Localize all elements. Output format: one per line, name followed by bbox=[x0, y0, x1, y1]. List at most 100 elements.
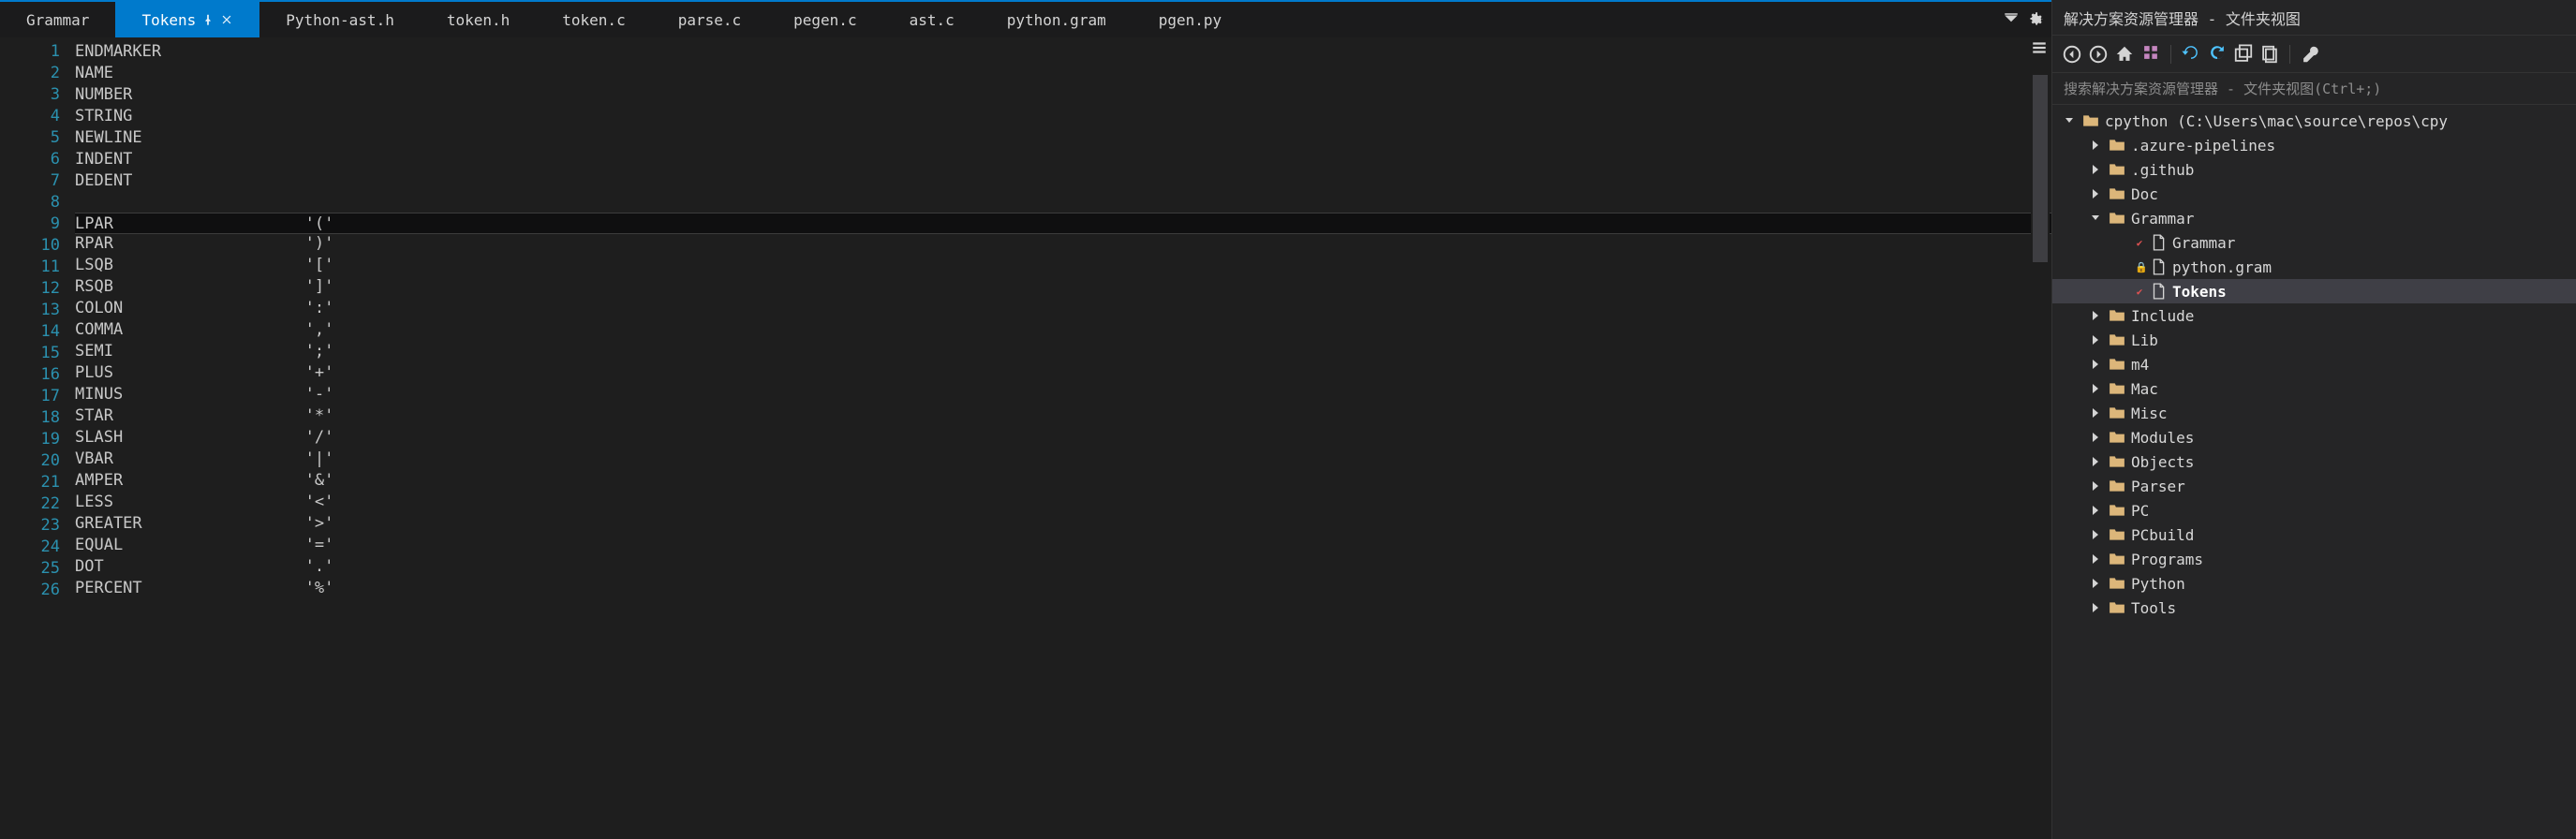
tab-grammar[interactable]: Grammar bbox=[0, 2, 115, 37]
close-icon[interactable] bbox=[220, 13, 233, 26]
tab-parse-c[interactable]: parse.c bbox=[652, 2, 767, 37]
refresh-icon[interactable] bbox=[2207, 42, 2228, 63]
tree-item-programs[interactable]: Programs bbox=[2052, 547, 2576, 571]
tab-tokens[interactable]: Tokens bbox=[115, 2, 259, 37]
folder-icon bbox=[2109, 307, 2125, 324]
tree-item-pc[interactable]: PC bbox=[2052, 498, 2576, 523]
tab-label: pgen.py bbox=[1159, 11, 1221, 29]
tree-item--azure-pipelines[interactable]: .azure-pipelines bbox=[2052, 133, 2576, 157]
code-line[interactable]: INDENT bbox=[75, 149, 2051, 170]
forward-icon[interactable] bbox=[2088, 44, 2109, 65]
tree-item-modules[interactable]: Modules bbox=[2052, 425, 2576, 449]
scrollbar-thumb[interactable] bbox=[2033, 75, 2048, 262]
code-content[interactable]: ENDMARKERNAMENUMBERSTRINGNEWLINEINDENTDE… bbox=[75, 37, 2051, 822]
tree-item-pcbuild[interactable]: PCbuild bbox=[2052, 523, 2576, 547]
code-line[interactable] bbox=[75, 192, 2051, 213]
code-line[interactable]: ENDMARKER bbox=[75, 41, 2051, 63]
tree-item-tokens[interactable]: ✔Tokens bbox=[2052, 279, 2576, 303]
collapse-all-icon[interactable] bbox=[2233, 44, 2254, 65]
tree-item-label: PC bbox=[2131, 502, 2149, 520]
chevron-right-icon bbox=[2088, 138, 2103, 153]
code-line[interactable]: STAR '*' bbox=[75, 405, 2051, 427]
code-line[interactable]: MINUS '-' bbox=[75, 384, 2051, 405]
tree-item-objects[interactable]: Objects bbox=[2052, 449, 2576, 474]
show-all-files-icon[interactable] bbox=[2259, 44, 2280, 65]
tab-label: Grammar bbox=[26, 11, 89, 29]
split-handle-icon[interactable] bbox=[2031, 39, 2048, 56]
code-line[interactable]: NUMBER bbox=[75, 84, 2051, 106]
panel-toolbar bbox=[2052, 36, 2576, 73]
tab-token-h[interactable]: token.h bbox=[421, 2, 536, 37]
code-line[interactable]: LESS '<' bbox=[75, 492, 2051, 513]
tree-item-label: Tools bbox=[2131, 599, 2176, 617]
code-line[interactable]: VBAR '|' bbox=[75, 449, 2051, 470]
tree-item-m4[interactable]: m4 bbox=[2052, 352, 2576, 376]
switch-view-icon[interactable] bbox=[2140, 42, 2161, 63]
code-line[interactable]: SLASH '/' bbox=[75, 427, 2051, 449]
line-number: 11 bbox=[0, 257, 60, 278]
tab-bar: Grammar TokensPython-ast.h token.h token.c p… bbox=[0, 2, 2051, 37]
solution-tree[interactable]: cpython (C:\Users\mac\source\repos\cpy .… bbox=[2052, 105, 2576, 839]
tree-item-mac[interactable]: Mac bbox=[2052, 376, 2576, 401]
code-line[interactable]: EQUAL '=' bbox=[75, 535, 2051, 556]
code-line[interactable]: DEDENT bbox=[75, 170, 2051, 192]
horizontal-scrollbar[interactable] bbox=[0, 822, 2051, 839]
code-line[interactable]: COMMA ',' bbox=[75, 319, 2051, 341]
code-line[interactable]: SEMI ';' bbox=[75, 341, 2051, 362]
code-line[interactable]: LSQB '[' bbox=[75, 255, 2051, 276]
back-icon[interactable] bbox=[2062, 44, 2082, 65]
tree-item-label: m4 bbox=[2131, 356, 2149, 374]
file-icon bbox=[2150, 283, 2167, 300]
tree-item-doc[interactable]: Doc bbox=[2052, 182, 2576, 206]
code-line[interactable]: NEWLINE bbox=[75, 127, 2051, 149]
tab-label: token.h bbox=[447, 11, 510, 29]
chevron-right-icon bbox=[2088, 552, 2103, 567]
tree-item--github[interactable]: .github bbox=[2052, 157, 2576, 182]
folder-icon bbox=[2109, 453, 2125, 470]
tab-overflow-icon[interactable] bbox=[2003, 11, 2020, 28]
gear-icon[interactable] bbox=[2027, 11, 2044, 28]
tree-item-grammar[interactable]: Grammar bbox=[2052, 206, 2576, 230]
folder-icon bbox=[2082, 112, 2099, 129]
chevron-right-icon bbox=[2088, 576, 2103, 591]
tree-item-grammar[interactable]: ✔Grammar bbox=[2052, 230, 2576, 255]
tree-item-tools[interactable]: Tools bbox=[2052, 596, 2576, 620]
home-icon[interactable] bbox=[2114, 44, 2135, 65]
code-line[interactable]: STRING bbox=[75, 106, 2051, 127]
file-icon bbox=[2150, 258, 2167, 275]
tree-item-misc[interactable]: Misc bbox=[2052, 401, 2576, 425]
sync-icon[interactable] bbox=[2181, 42, 2201, 63]
editor-body[interactable]: 1234567891011121314151617181920212223242… bbox=[0, 37, 2051, 822]
tree-item-parser[interactable]: Parser bbox=[2052, 474, 2576, 498]
tab-pegen-c[interactable]: pegen.c bbox=[767, 2, 882, 37]
tab-python-ast-h[interactable]: Python-ast.h bbox=[259, 2, 421, 37]
tree-item-lib[interactable]: Lib bbox=[2052, 328, 2576, 352]
tab-pgen-py[interactable]: pgen.py bbox=[1133, 2, 1248, 37]
tab-token-c[interactable]: token.c bbox=[536, 2, 651, 37]
line-number: 24 bbox=[0, 537, 60, 558]
code-line[interactable]: PERCENT '%' bbox=[75, 578, 2051, 599]
code-line[interactable]: RPAR ')' bbox=[75, 233, 2051, 255]
checkmark-badge: ✔ bbox=[2135, 286, 2144, 298]
code-line[interactable]: GREATER '>' bbox=[75, 513, 2051, 535]
code-line[interactable]: LPAR '(' bbox=[75, 213, 2051, 234]
code-line[interactable]: COLON ':' bbox=[75, 298, 2051, 319]
folder-icon bbox=[2109, 161, 2125, 178]
tree-item-include[interactable]: Include bbox=[2052, 303, 2576, 328]
code-line[interactable]: DOT '.' bbox=[75, 556, 2051, 578]
tree-item-python[interactable]: Python bbox=[2052, 571, 2576, 596]
code-line[interactable]: RSQB ']' bbox=[75, 276, 2051, 298]
lock-badge: 🔒 bbox=[2135, 261, 2144, 273]
code-line[interactable]: AMPER '&' bbox=[75, 470, 2051, 492]
search-box[interactable]: 搜索解决方案资源管理器 - 文件夹视图(Ctrl+;) bbox=[2052, 73, 2576, 105]
properties-icon[interactable] bbox=[2300, 44, 2320, 65]
tree-item-python-gram[interactable]: 🔒python.gram bbox=[2052, 255, 2576, 279]
pin-icon[interactable] bbox=[201, 13, 215, 26]
code-line[interactable]: PLUS '+' bbox=[75, 362, 2051, 384]
tree-root[interactable]: cpython (C:\Users\mac\source\repos\cpy bbox=[2052, 109, 2576, 133]
vertical-scrollbar[interactable] bbox=[2031, 37, 2050, 822]
tab-ast-c[interactable]: ast.c bbox=[883, 2, 981, 37]
tab-label: parse.c bbox=[678, 11, 741, 29]
tab-python-gram[interactable]: python.gram bbox=[981, 2, 1133, 37]
code-line[interactable]: NAME bbox=[75, 63, 2051, 84]
